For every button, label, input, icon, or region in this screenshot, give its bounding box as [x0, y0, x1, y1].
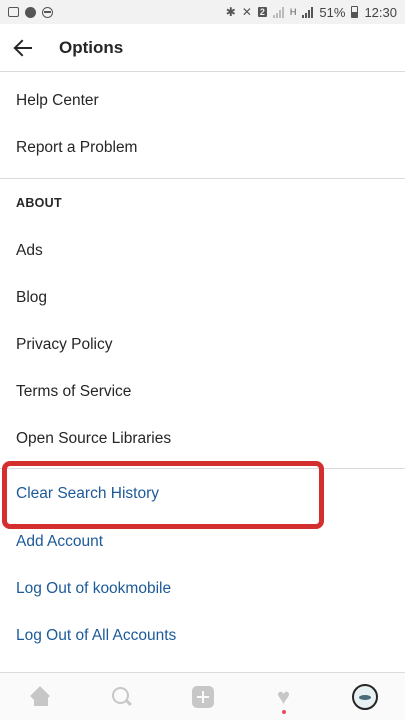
menu-item-blog[interactable]: Blog	[0, 274, 405, 321]
menu-item-help-center[interactable]: Help Center	[0, 77, 405, 124]
bluetooth-icon: ✱	[225, 5, 236, 19]
search-icon	[111, 686, 132, 707]
menu-item-clear-search-history[interactable]: Clear Search History	[0, 469, 405, 518]
nav-activity-button[interactable]: ♥	[259, 673, 309, 720]
nav-search-button[interactable]	[97, 673, 147, 720]
nav-home-button[interactable]	[16, 673, 66, 720]
status-bar: ✱ ✕ 2 H 51% 12:30	[0, 0, 405, 24]
bottom-nav: ♥	[0, 672, 405, 720]
profile-avatar	[351, 683, 378, 710]
menu-item-privacy-policy[interactable]: Privacy Policy	[0, 321, 405, 368]
menu-item-log-out-all-accounts[interactable]: Log Out of All Accounts	[0, 612, 405, 659]
sim1-signal-icon	[272, 6, 284, 18]
do-not-disturb-icon	[42, 6, 53, 18]
sim2-signal-icon	[302, 6, 314, 18]
mute-icon: ✕	[241, 5, 252, 19]
back-button[interactable]	[0, 24, 46, 72]
menu-item-log-out-account[interactable]: Log Out of kookmobile	[0, 565, 405, 612]
status-left-icons	[8, 6, 53, 18]
notification-count-badge: 2	[257, 7, 267, 17]
battery-icon	[351, 6, 359, 18]
gallery-notification-icon	[8, 7, 19, 17]
menu-item-terms-of-service[interactable]: Terms of Service	[0, 368, 405, 415]
heart-icon: ♥	[276, 683, 291, 709]
app-notification-icon	[25, 6, 36, 18]
menu-item-open-source-libraries[interactable]: Open Source Libraries	[0, 415, 405, 462]
home-icon	[31, 688, 51, 706]
battery-percent: 51%	[319, 4, 346, 20]
menu-item-ads[interactable]: Ads	[0, 227, 405, 274]
activity-notification-dot	[281, 709, 286, 714]
add-post-icon	[191, 685, 214, 708]
network-type-label: H	[289, 6, 297, 17]
menu-item-report-problem[interactable]: Report a Problem	[0, 124, 405, 171]
about-section-header: ABOUT	[16, 196, 62, 210]
nav-add-post-button[interactable]	[178, 673, 228, 720]
back-arrow-icon	[14, 40, 32, 56]
nav-profile-button[interactable]	[340, 673, 390, 720]
options-menu: Help Center Report a Problem ABOUT Ads B…	[0, 72, 405, 659]
status-right-icons: ✱ ✕ 2 H 51% 12:30	[226, 5, 397, 20]
menu-item-add-account[interactable]: Add Account	[0, 518, 405, 565]
clock: 12:30	[364, 4, 397, 20]
options-header: Options	[0, 24, 405, 72]
page-title: Options	[59, 37, 124, 57]
